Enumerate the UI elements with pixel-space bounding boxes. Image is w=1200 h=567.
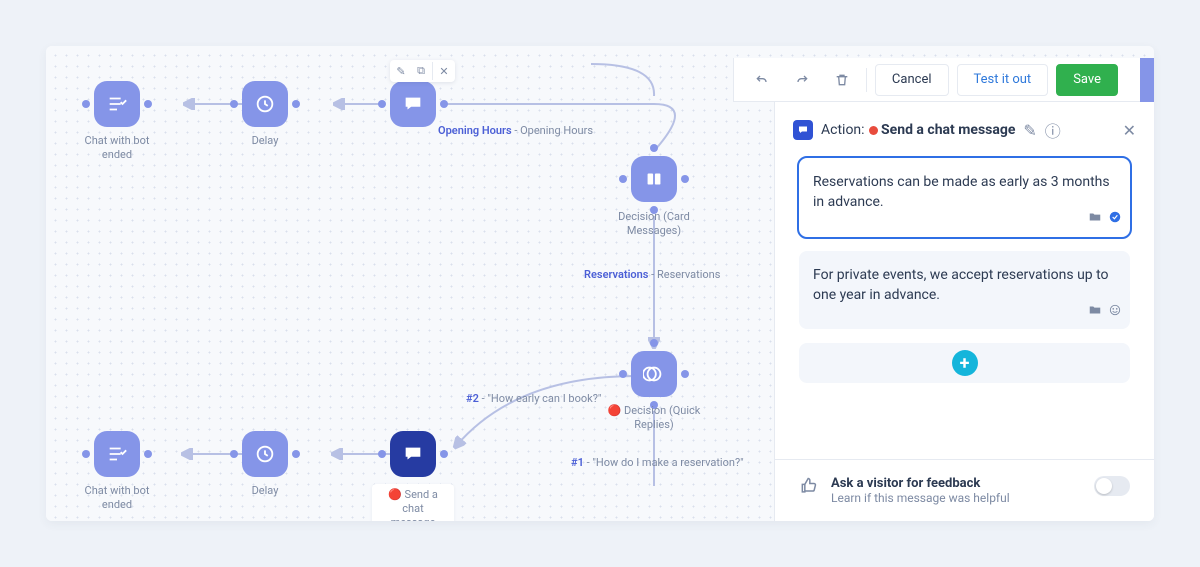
node-chat-ended-top[interactable] <box>94 81 140 127</box>
node-decision-quick-replies[interactable] <box>631 351 677 397</box>
message-text: For private events, we accept reservatio… <box>813 267 1109 303</box>
save-button[interactable]: Save <box>1056 64 1118 96</box>
caption-decision-cards: Decision (Card Messages) <box>606 210 702 238</box>
copy-icon[interactable]: ⧉ <box>412 62 430 80</box>
message-block-2[interactable]: For private events, we accept reservatio… <box>799 251 1130 330</box>
caption-send-chat: 🔴 Send a chat message <box>372 484 454 521</box>
node-delay-bottom[interactable] <box>242 431 288 477</box>
header-toolbar: Cancel Test it out Save <box>733 58 1154 102</box>
panel-title: Action: Send a chat message <box>821 122 1015 138</box>
close-panel-icon[interactable]: ✕ <box>1123 121 1136 140</box>
panel-header: Action: Send a chat message ✎ ⓘ ✕ <box>775 102 1154 158</box>
trash-icon[interactable] <box>826 64 858 96</box>
feedback-section: Ask a visitor for feedback Learn if this… <box>775 459 1154 521</box>
help-icon[interactable]: ⓘ <box>1045 118 1061 142</box>
caption-quick-replies: 🔴 Decision (Quick Replies) <box>604 404 704 432</box>
caption-chat-ended-bottom: Chat with bot ended <box>74 484 160 512</box>
caption-chat-ended-top: Chat with bot ended <box>74 134 160 162</box>
feedback-subtitle: Learn if this message was helpful <box>831 491 1010 505</box>
folder-icon[interactable] <box>1088 210 1102 230</box>
close-icon[interactable]: ✕ <box>435 62 453 80</box>
label-branch-2: #2 - "How early can I book?" <box>466 392 601 405</box>
record-dot-icon <box>869 126 878 135</box>
feedback-title: Ask a visitor for feedback <box>831 476 1010 491</box>
emoji-icon[interactable] <box>1108 303 1122 323</box>
redo-icon[interactable] <box>786 64 818 96</box>
undo-icon[interactable] <box>746 64 778 96</box>
add-message-row: + <box>799 343 1130 383</box>
node-send-chat[interactable] <box>390 431 436 477</box>
node-delay-top[interactable] <box>242 81 288 127</box>
label-branch-1: #1 - "How do I make a reservation?" <box>571 456 744 469</box>
panel-tab-peek <box>1140 58 1154 102</box>
label-opening-hours: Opening Hours - Opening Hours <box>438 124 593 137</box>
feedback-toggle[interactable] <box>1094 476 1130 496</box>
check-badge-icon <box>1108 210 1122 230</box>
node-chat-top[interactable] <box>390 81 436 127</box>
edit-icon[interactable]: ✎ <box>1023 121 1036 140</box>
action-panel: Action: Send a chat message ✎ ⓘ ✕ Reserv… <box>774 102 1154 521</box>
cancel-button[interactable]: Cancel <box>875 64 949 96</box>
folder-icon[interactable] <box>1088 303 1102 323</box>
node-chat-ended-bottom[interactable] <box>94 431 140 477</box>
chat-icon <box>793 120 813 140</box>
app-frame: Chat with bot ended Delay ✎ ⧉ ✕ Opening … <box>46 46 1154 521</box>
panel-body: Reservations can be made as early as 3 m… <box>775 158 1154 459</box>
thumbs-icon <box>799 476 819 500</box>
caption-delay-top: Delay <box>232 134 298 148</box>
edit-icon[interactable]: ✎ <box>392 62 410 80</box>
message-block-1[interactable]: Reservations can be made as early as 3 m… <box>799 158 1130 237</box>
label-reservations: Reservations - Reservations <box>584 268 720 281</box>
caption-delay-bottom: Delay <box>232 484 298 498</box>
node-mini-toolbar[interactable]: ✎ ⧉ ✕ <box>390 60 455 82</box>
add-message-button[interactable]: + <box>952 350 978 376</box>
test-button[interactable]: Test it out <box>957 64 1049 96</box>
message-text: Reservations can be made as early as 3 m… <box>813 174 1110 210</box>
node-decision-cards[interactable] <box>631 156 677 202</box>
